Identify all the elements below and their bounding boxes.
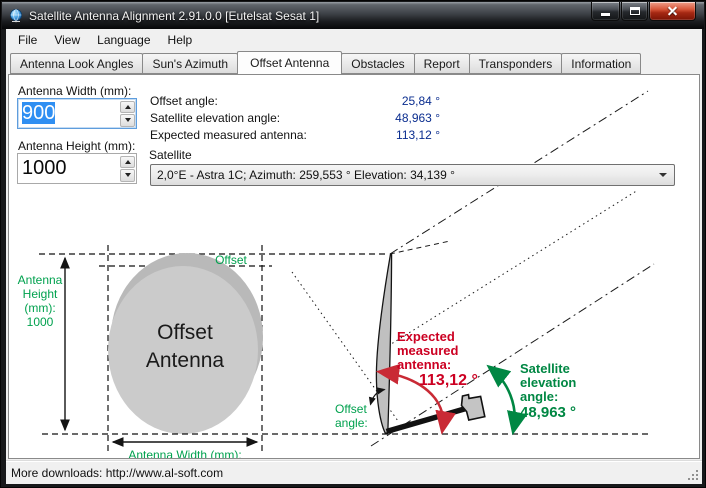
- height-label-1: Antenna: [18, 273, 63, 287]
- antenna-height-input[interactable]: 1000: [17, 153, 137, 184]
- expected-angle-value: 113,12 °: [419, 372, 478, 389]
- maximize-button[interactable]: [621, 2, 648, 21]
- expected-line-2: measured: [397, 343, 458, 358]
- offset-angle-row-value: 25,84 °: [402, 94, 440, 108]
- dish-label-line1: Offset: [157, 321, 213, 344]
- statusbar: More downloads: http://www.al-soft.com: [6, 460, 702, 484]
- height-label-2: Height: [23, 287, 58, 301]
- elevation-row-value: 48,963 °: [395, 111, 440, 125]
- antenna-height-value: 1000: [18, 154, 119, 183]
- info-row-offset-angle: Offset angle: 25,84 °: [150, 94, 440, 109]
- elevation-angle-value: 48,963 °: [520, 404, 576, 421]
- menu-file[interactable]: File: [10, 30, 45, 50]
- menu-language[interactable]: Language: [89, 30, 158, 50]
- antenna-height-spin-down[interactable]: [120, 169, 135, 182]
- expected-row-value: 113,12 °: [396, 128, 440, 142]
- arrow-up-icon: [125, 160, 131, 164]
- expected-line-3: antenna:: [397, 357, 451, 372]
- antenna-width-label: Antenna Width (mm):: [18, 84, 131, 98]
- close-icon: [667, 6, 678, 17]
- minimize-button[interactable]: [591, 2, 620, 21]
- tab-report[interactable]: Report: [414, 53, 470, 74]
- titlebar[interactable]: Satellite Antenna Alignment 2.91.0.0 [Eu…: [2, 2, 704, 29]
- tab-suns-azimuth[interactable]: Sun's Azimuth: [142, 53, 238, 74]
- status-text: More downloads: http://www.al-soft.com: [11, 466, 223, 480]
- offset-antenna-page: Offset Antenna Antenna Height (mm): 1000…: [8, 74, 700, 459]
- lnb-head: [462, 395, 485, 420]
- tab-information[interactable]: Information: [561, 53, 641, 74]
- tab-transponders[interactable]: Transponders: [469, 53, 563, 74]
- tab-offset-antenna[interactable]: Offset Antenna: [237, 51, 342, 75]
- minimize-icon: [601, 13, 610, 16]
- antenna-height-label: Antenna Height (mm):: [18, 139, 135, 153]
- antenna-height-spinner: [119, 154, 136, 183]
- antenna-width-spinner: [119, 99, 136, 128]
- arrow-down-icon: [125, 173, 131, 177]
- elevation-line-1: Satellite: [520, 361, 570, 376]
- satellite-ray-middle: [388, 190, 638, 346]
- tab-antenna-look-angles[interactable]: Antenna Look Angles: [10, 53, 143, 74]
- app-window: Satellite Antenna Alignment 2.91.0.0 [Eu…: [0, 0, 706, 488]
- client-area: File View Language Help Antenna Look Ang…: [6, 29, 702, 484]
- maximize-icon: [630, 7, 640, 15]
- dish-side-view: [376, 254, 391, 433]
- close-button[interactable]: [649, 2, 696, 21]
- menu-help[interactable]: Help: [160, 30, 201, 50]
- antenna-width-spin-down[interactable]: [120, 114, 135, 127]
- app-globe-icon: [8, 8, 24, 24]
- antenna-width-value: 900: [22, 102, 55, 124]
- offset-angle-row-label: Offset angle:: [150, 94, 218, 108]
- offset-label: Offset: [215, 253, 247, 267]
- satellite-dropdown[interactable]: 2,0°E - Astra 1C; Azimuth: 259,553 ° Ele…: [150, 164, 675, 186]
- offset-angle-label-1: Offset: [335, 402, 367, 416]
- satellite-dropdown-value: 2,0°E - Astra 1C; Azimuth: 259,553 ° Ele…: [151, 168, 659, 182]
- elevation-angle-arc: [491, 368, 515, 430]
- antenna-width-input[interactable]: 900: [17, 98, 137, 129]
- resize-grip[interactable]: [696, 478, 698, 480]
- chevron-down-icon: [659, 173, 667, 177]
- menubar: File View Language Help: [6, 29, 702, 51]
- info-row-elevation: Satellite elevation angle: 48,963 °: [150, 111, 440, 126]
- height-label-3: (mm):: [24, 301, 55, 315]
- expected-row-label: Expected measured antenna:: [150, 128, 307, 142]
- dish-top-projection-line: [390, 241, 450, 254]
- antenna-width-spin-up[interactable]: [120, 101, 135, 114]
- elevation-line-3: angle:: [520, 389, 558, 404]
- tab-strip: Antenna Look Angles Sun's Azimuth Offset…: [10, 51, 640, 75]
- elevation-row-label: Satellite elevation angle:: [150, 111, 280, 125]
- lnb-arm: [387, 409, 467, 432]
- info-row-expected: Expected measured antenna: 113,12 °: [150, 128, 440, 143]
- height-label-4: 1000: [27, 315, 54, 329]
- menu-view[interactable]: View: [46, 30, 88, 50]
- offset-angle-label-2: angle:: [335, 416, 368, 430]
- elevation-line-2: elevation: [520, 375, 576, 390]
- tab-obstacles[interactable]: Obstacles: [341, 53, 414, 74]
- expected-line-1: Expected: [397, 329, 455, 344]
- arrow-up-icon: [125, 105, 131, 109]
- window-title: Satellite Antenna Alignment 2.91.0.0 [Eu…: [29, 9, 319, 23]
- dish-label-line2: Antenna: [146, 349, 225, 372]
- width-label: Antenna Width (mm):: [128, 448, 241, 458]
- antenna-height-spin-up[interactable]: [120, 156, 135, 169]
- arrow-down-icon: [125, 118, 131, 122]
- satellite-label: Satellite: [149, 148, 192, 162]
